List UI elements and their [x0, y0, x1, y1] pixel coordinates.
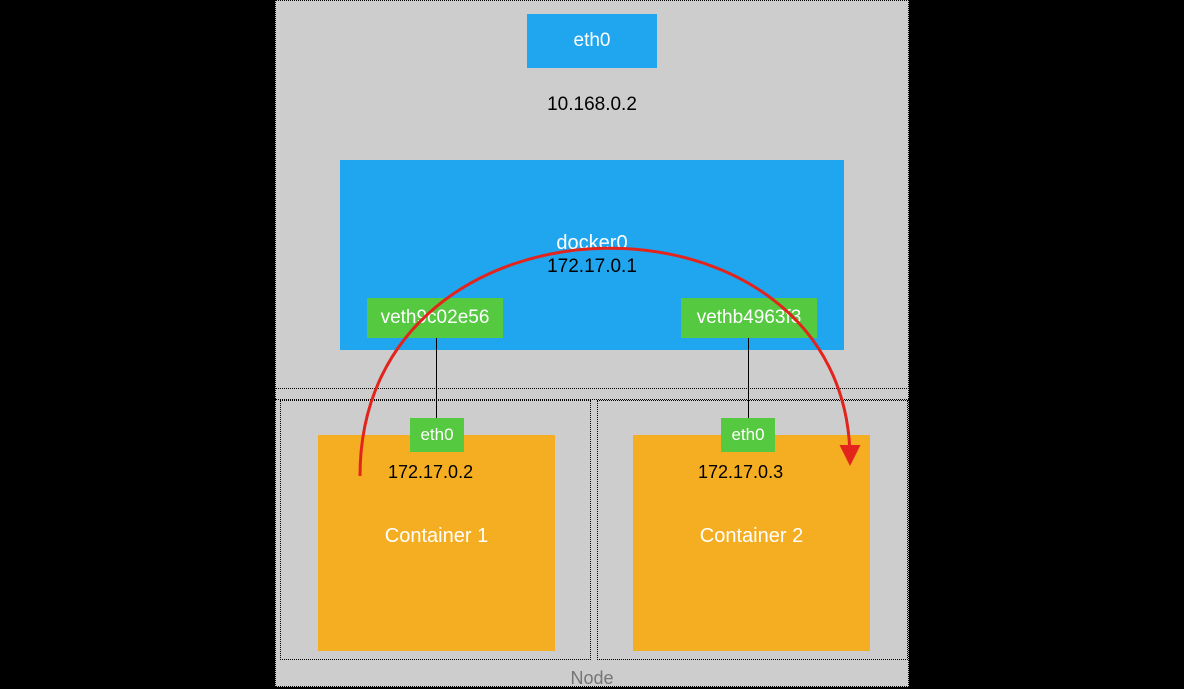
container2-eth0-box: eth0	[721, 418, 775, 452]
container2-ip: 172.17.0.3	[698, 462, 783, 483]
host-eth0-box: eth0	[527, 14, 657, 68]
container1-ip: 172.17.0.2	[388, 462, 473, 483]
veth-left-label: veth9c02e56	[381, 307, 490, 329]
veth-right-label: vethb4963f3	[697, 307, 802, 329]
container1-eth0-label: eth0	[420, 425, 453, 445]
container2-eth0-label: eth0	[731, 425, 764, 445]
docker0-label: docker0	[340, 232, 844, 255]
docker0-ip: 172.17.0.1	[340, 256, 844, 278]
node-label: Node	[275, 668, 909, 689]
host-eth0-ip: 10.168.0.2	[275, 94, 909, 116]
host-eth0-label: eth0	[574, 30, 611, 52]
namespace-divider	[275, 388, 909, 400]
container2-label: Container 2	[633, 525, 870, 548]
container1-eth0-box: eth0	[410, 418, 464, 452]
container1-label: Container 1	[318, 525, 555, 548]
veth-right-box: vethb4963f3	[681, 298, 817, 338]
veth-left-box: veth9c02e56	[367, 298, 503, 338]
